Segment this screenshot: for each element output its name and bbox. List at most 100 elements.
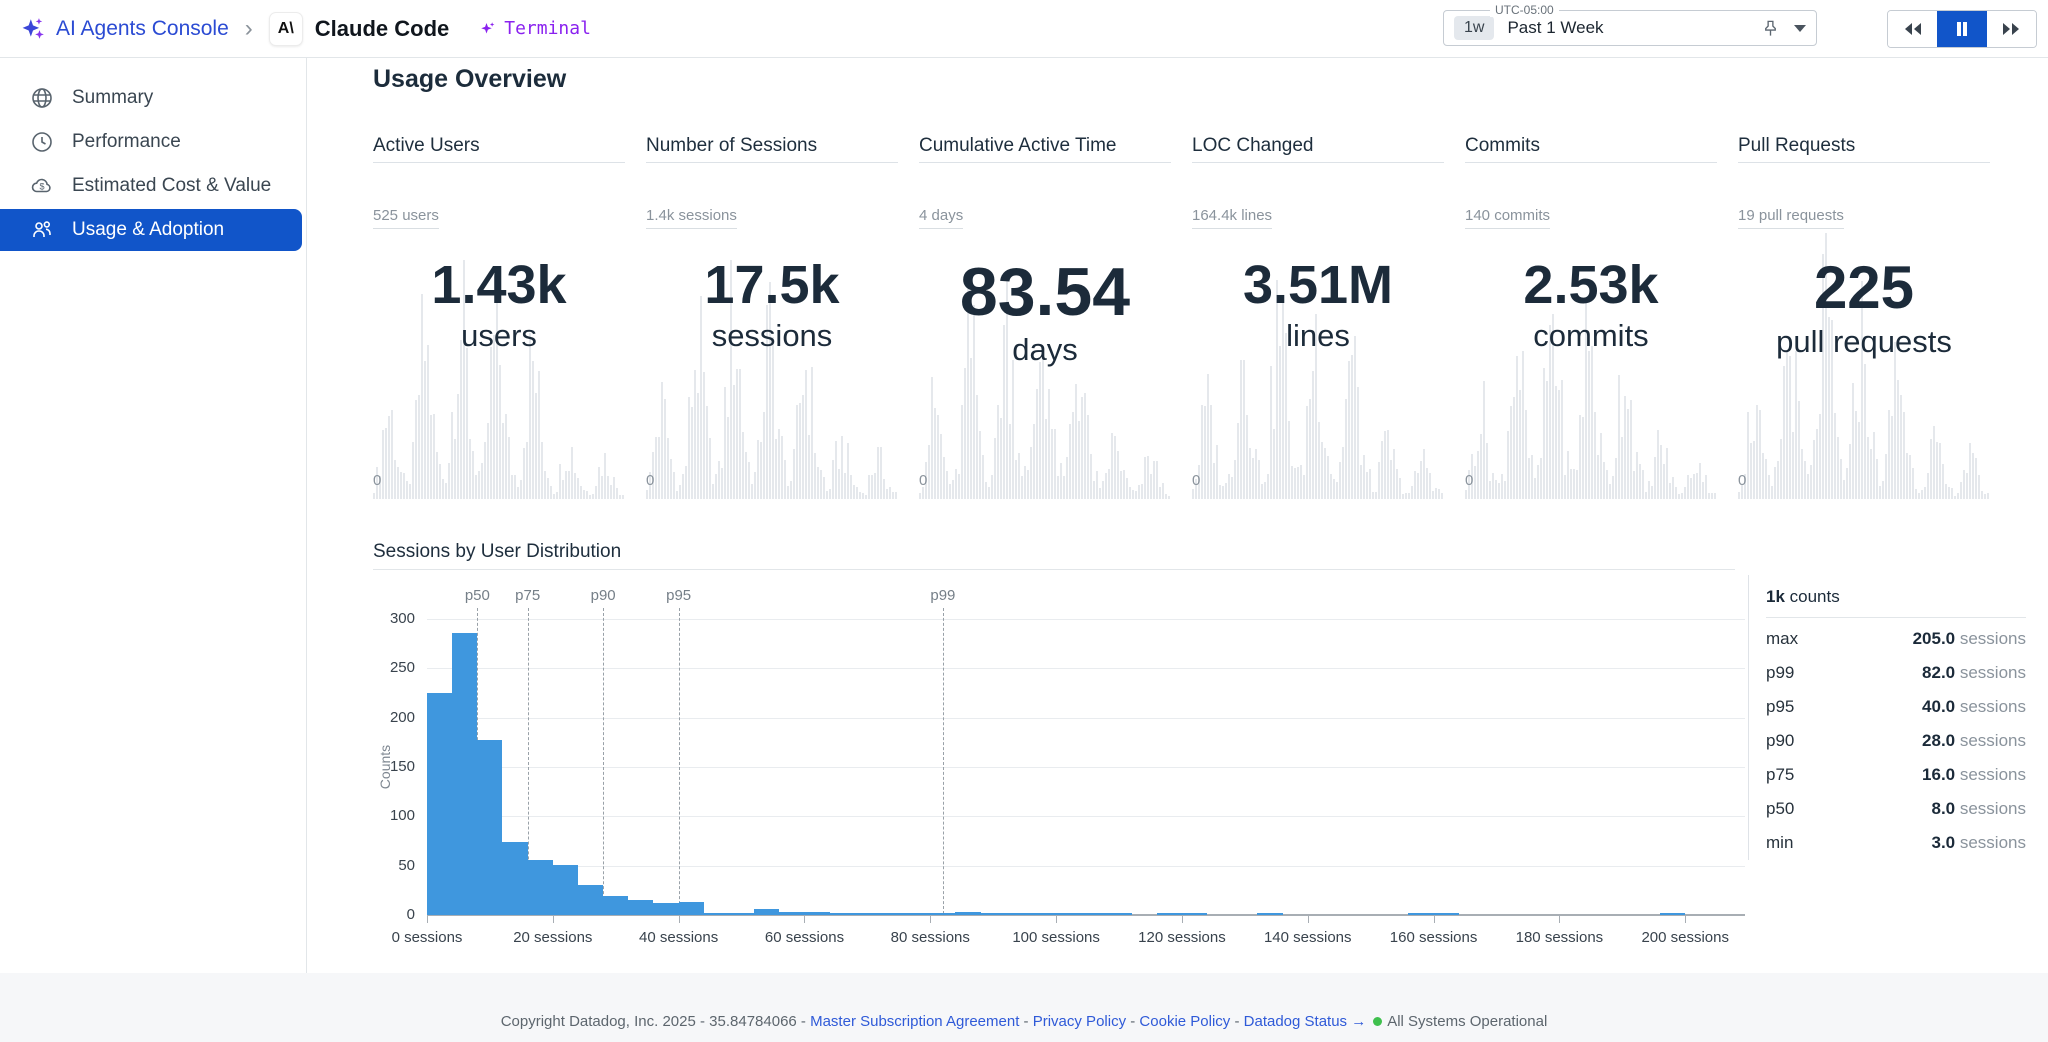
histogram-bar <box>427 693 452 915</box>
card-metric-value: 83.54 <box>919 257 1171 327</box>
histogram-bar <box>679 902 704 915</box>
sparkline-bar <box>814 453 816 499</box>
sparkline-bar <box>1324 448 1326 499</box>
metric-card-pull-requests[interactable]: Pull Requests19 pull requests0225pull re… <box>1738 135 1990 499</box>
sparkline-bar <box>772 337 774 499</box>
sparkline-bar <box>1951 488 1953 499</box>
claude-logo: A\ <box>269 12 303 46</box>
sparkline-bar <box>1558 390 1560 499</box>
sparkline-bar <box>1642 470 1644 499</box>
sidebar-item-summary[interactable]: Summary <box>0 77 306 119</box>
percentile-line-p95 <box>679 608 680 914</box>
sparkline-bar <box>1711 493 1713 499</box>
chevron-down-icon[interactable] <box>1794 25 1806 32</box>
sparkline-bar <box>1135 491 1137 499</box>
sparkline-bar <box>1945 484 1947 499</box>
metric-card-cumulative-active-time[interactable]: Cumulative Active Time4 days083.54days <box>919 135 1171 499</box>
sparkline-bar <box>1102 481 1104 499</box>
sparkline-bar <box>1786 352 1788 499</box>
stat-label: p90 <box>1766 731 1794 751</box>
sparkline-bar <box>1504 481 1506 499</box>
sparkline-bar <box>1600 433 1602 499</box>
sparkline-bar <box>1288 421 1290 499</box>
sparkline-bar <box>1738 492 1740 499</box>
card-metric-value: 17.5k <box>646 257 898 313</box>
stat-label: p95 <box>1766 697 1794 717</box>
stat-row-p75: p7516.0 sessions <box>1766 758 2026 792</box>
sidebar-item-label: Estimated Cost & Value <box>72 175 271 197</box>
sparkline-bar <box>775 439 777 499</box>
sparkline-bar <box>400 472 402 499</box>
sparkline-bar <box>1210 405 1212 499</box>
sparkline-bar <box>763 412 765 499</box>
footer-link-cookie-policy[interactable]: Cookie Policy <box>1139 1013 1230 1030</box>
time-step-forward-button[interactable] <box>1987 11 2036 47</box>
metric-card-number-of-sessions[interactable]: Number of Sessions1.4k sessions017.5kses… <box>646 135 898 499</box>
sparkline-bar <box>691 407 693 499</box>
sparkline-bar <box>466 348 468 499</box>
sparkline-bar <box>1483 381 1485 499</box>
terminal-tag[interactable]: Terminal <box>479 18 591 39</box>
sidebar-item-performance[interactable]: Performance <box>0 121 306 163</box>
sparkline-bar <box>1405 493 1407 499</box>
sparkline-bar <box>1261 484 1263 499</box>
pin-icon[interactable] <box>1761 19 1780 38</box>
sparkline-bar <box>1702 482 1704 499</box>
footer-separator: - <box>1230 1013 1243 1030</box>
sparkline-bar <box>1618 375 1620 499</box>
footer-link-privacy-policy[interactable]: Privacy Policy <box>1033 1013 1126 1030</box>
histogram-bar <box>1182 913 1207 915</box>
stat-number: 16.0 <box>1922 765 1955 784</box>
card-axis-max-label: 1.4k sessions <box>646 207 737 229</box>
footer-link-datadog-status[interactable]: Datadog Status <box>1244 1013 1347 1030</box>
sidebar-item-estimated-cost-value[interactable]: $Estimated Cost & Value <box>0 165 306 207</box>
sparkline-bar <box>1606 470 1608 499</box>
card-sparkline-chart: 1.4k sessions017.5ksessions <box>646 163 898 499</box>
sparkline-bar <box>1942 464 1944 499</box>
sparkline-bar <box>1867 437 1869 499</box>
sparkline-bar <box>526 442 528 499</box>
sparkline-bar <box>679 485 681 499</box>
sparkline-bar <box>1474 466 1476 499</box>
sparkline-bar <box>1864 364 1866 499</box>
sparkline-bar <box>1507 431 1509 499</box>
x-axis-tick-label: 100 sessions <box>1012 929 1100 946</box>
sparkline-bar <box>928 445 930 499</box>
sparkline-bar <box>1216 445 1218 499</box>
metric-card-active-users[interactable]: Active Users525 users01.43kusers <box>373 135 625 499</box>
sparkline-bar <box>1747 412 1749 499</box>
sparkline-bar <box>811 367 813 499</box>
sparkline-bar <box>1387 430 1389 499</box>
metric-card-commits[interactable]: Commits140 commits02.53kcommits <box>1465 135 1717 499</box>
footer-link-master-subscription-agreement[interactable]: Master Subscription Agreement <box>810 1013 1019 1030</box>
sparkline-bar <box>1762 453 1764 499</box>
sparkline-bar <box>619 495 621 499</box>
percentile-label-p95: p95 <box>666 587 691 604</box>
sparkline-bar <box>1027 470 1029 499</box>
app-title-link[interactable]: AI Agents Console <box>56 17 229 41</box>
pause-button[interactable] <box>1937 11 1986 47</box>
sparkline-bar <box>1243 360 1245 499</box>
sparkline-bar <box>676 491 678 499</box>
footer-text: Copyright Datadog, Inc. 2025 - 35.847840… <box>0 973 2048 1030</box>
card-metric-value: 1.43k <box>373 257 625 313</box>
sparkline-bar <box>1579 415 1581 499</box>
sparkline-bar <box>406 481 408 499</box>
timezone-label: UTC-05:00 <box>1490 3 1559 17</box>
sparkline-bar <box>736 369 738 499</box>
metric-card-loc-changed[interactable]: LOC Changed164.4k lines03.51Mlines <box>1192 135 1444 499</box>
card-title: LOC Changed <box>1192 135 1444 162</box>
time-range-selector[interactable]: UTC-05:00 1w Past 1 Week <box>1443 10 1817 46</box>
sparkline-bar <box>1072 412 1074 499</box>
gridline <box>427 816 1745 817</box>
time-step-back-button[interactable] <box>1888 11 1937 47</box>
sparkline-bar <box>1117 451 1119 499</box>
x-axis-tick <box>679 916 680 923</box>
external-arrow: → <box>1347 1013 1366 1030</box>
sparkline-bar <box>1669 483 1671 499</box>
status-text: All Systems Operational <box>1387 1013 1547 1030</box>
sparkline-bar <box>1381 441 1383 499</box>
sidebar-item-usage-adoption[interactable]: Usage & Adoption <box>0 209 302 251</box>
sparkline-bar <box>1075 384 1077 499</box>
sparkline-bar <box>1750 443 1752 499</box>
